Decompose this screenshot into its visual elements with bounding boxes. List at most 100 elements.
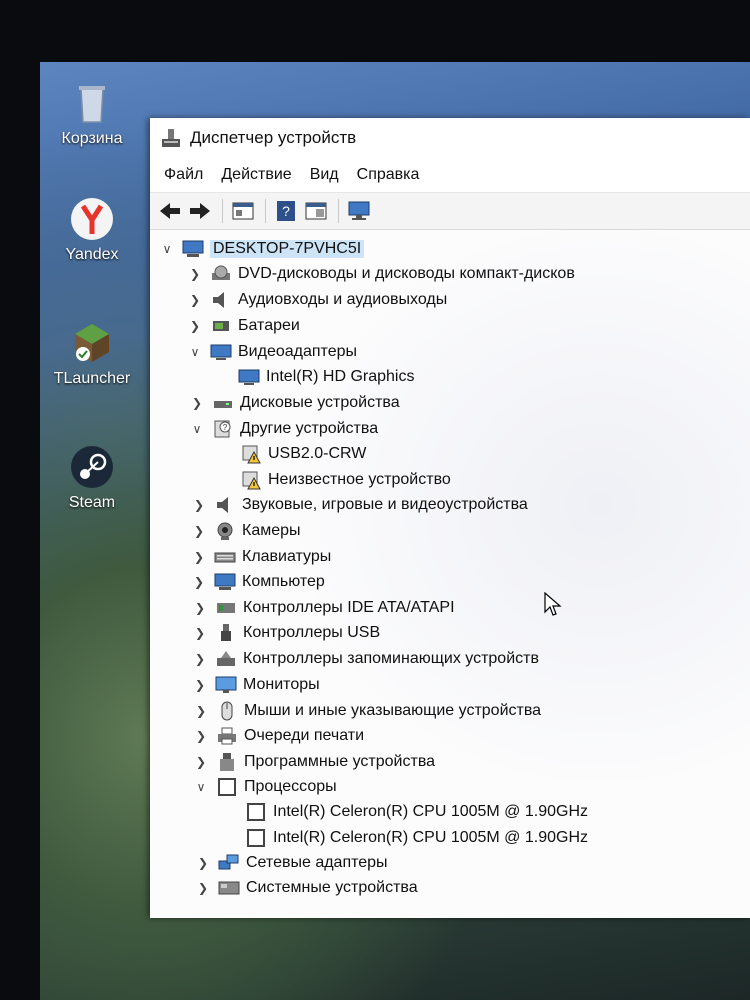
back-button[interactable] bbox=[156, 197, 184, 225]
unknown-device-icon: ? bbox=[214, 420, 231, 438]
chevron-right-icon[interactable]: ❯ bbox=[193, 621, 207, 645]
properties-button[interactable] bbox=[229, 197, 257, 225]
tree-subitem-label: Intel(R) Celeron(R) CPU 1005M @ 1.90GHz bbox=[273, 803, 589, 820]
tree-item-storage-controllers[interactable]: ❯ Контроллеры запоминающих устройств bbox=[193, 647, 539, 671]
properties-icon bbox=[232, 202, 254, 220]
tree-item-software-devices[interactable]: ❯ Программные устройства bbox=[194, 750, 435, 774]
camera-icon bbox=[217, 522, 233, 540]
desktop-icon-steam[interactable]: Steam bbox=[42, 444, 142, 512]
chevron-right-icon[interactable]: ❯ bbox=[194, 750, 208, 774]
system-device-icon bbox=[218, 881, 240, 895]
mouse-icon bbox=[221, 701, 233, 721]
chevron-right-icon[interactable]: ❯ bbox=[188, 314, 202, 338]
tree-item-other-devices[interactable]: ∨ ? Другие устройства bbox=[190, 417, 378, 441]
chevron-right-icon[interactable]: ❯ bbox=[194, 699, 208, 723]
chevron-right-icon[interactable]: ❯ bbox=[192, 545, 206, 569]
desktop-icon-tlauncher[interactable]: TLauncher bbox=[42, 320, 142, 388]
chevron-right-icon[interactable]: ❯ bbox=[196, 876, 210, 900]
tree-subitem-usb-crw[interactable]: USB2.0-CRW bbox=[240, 442, 366, 466]
tree-item-audio-io[interactable]: ❯ Аудиовходы и аудиовыходы bbox=[188, 288, 447, 312]
tree-item-network-adapters[interactable]: ❯ Сетевые адаптеры bbox=[196, 851, 388, 875]
chevron-right-icon[interactable]: ❯ bbox=[190, 391, 204, 415]
toolbar-separator bbox=[338, 199, 339, 223]
desktop-icon-label: Yandex bbox=[65, 246, 119, 263]
help-button[interactable]: ? bbox=[272, 197, 300, 225]
chevron-right-icon[interactable]: ❯ bbox=[192, 570, 206, 594]
chevron-right-icon[interactable]: ❯ bbox=[193, 673, 207, 697]
network-icon bbox=[218, 854, 239, 870]
battery-icon bbox=[213, 321, 229, 331]
tree-item-label: Системные устройства bbox=[246, 879, 418, 896]
chevron-right-icon[interactable]: ❯ bbox=[192, 493, 206, 517]
tree-item-monitors[interactable]: ❯ Мониторы bbox=[193, 673, 320, 697]
tree-item-mice[interactable]: ❯ Мыши и иные указывающие устройства bbox=[194, 699, 541, 723]
tree-subitem-unknown-device[interactable]: Неизвестное устройство bbox=[240, 468, 451, 492]
tree-item-batteries[interactable]: ❯ Батареи bbox=[188, 314, 300, 338]
tree-item-keyboards[interactable]: ❯ Клавиатуры bbox=[192, 545, 331, 569]
tree-item-processors[interactable]: ∨ Процессоры bbox=[194, 775, 337, 799]
warning-device-icon bbox=[242, 471, 261, 490]
toolbar-separator bbox=[265, 199, 266, 223]
tree-subitem-cpu-1[interactable]: Intel(R) Celeron(R) CPU 1005M @ 1.90GHz bbox=[245, 800, 588, 824]
title-bar[interactable]: Диспетчер устройств bbox=[150, 118, 750, 158]
tree-subitem-intel-hd[interactable]: Intel(R) HD Graphics bbox=[238, 365, 414, 389]
tree-item-label: DVD-дисководы и дисководы компакт-дисков bbox=[238, 265, 575, 282]
tree-item-label: Другие устройства bbox=[240, 420, 379, 437]
chevron-down-icon[interactable]: ∨ bbox=[160, 237, 174, 261]
chevron-right-icon[interactable]: ❯ bbox=[194, 724, 208, 748]
tree-root[interactable]: ∨ DESKTOP-7PVHC5I bbox=[160, 237, 365, 261]
chevron-right-icon[interactable]: ❯ bbox=[196, 851, 210, 875]
chevron-right-icon[interactable]: ❯ bbox=[188, 262, 202, 286]
tree-item-disk-drives[interactable]: ❯ Дисковые устройства bbox=[190, 391, 400, 415]
tree-subitem-label: Intel(R) Celeron(R) CPU 1005M @ 1.90GHz bbox=[273, 829, 589, 846]
tree-item-label: Сетевые адаптеры bbox=[246, 854, 388, 871]
tree-item-label: Программные устройства bbox=[244, 753, 436, 770]
tree-item-label: Мониторы bbox=[243, 676, 320, 693]
tree-item-label: Клавиатуры bbox=[242, 548, 332, 565]
forward-button[interactable] bbox=[186, 197, 214, 225]
help-icon: ? bbox=[277, 201, 295, 221]
yandex-browser-icon bbox=[69, 196, 115, 242]
chevron-down-icon[interactable]: ∨ bbox=[188, 340, 202, 364]
desktop-icon-recycle-bin[interactable]: Корзина bbox=[42, 80, 142, 148]
tree-item-dvd[interactable]: ❯ DVD-дисководы и дисководы компакт-диск… bbox=[188, 262, 575, 286]
menu-file[interactable]: Файл bbox=[164, 166, 203, 184]
svg-text:?: ? bbox=[282, 203, 290, 219]
chevron-right-icon[interactable]: ❯ bbox=[193, 596, 207, 620]
chevron-right-icon[interactable]: ❯ bbox=[193, 647, 207, 671]
view-button[interactable] bbox=[302, 197, 330, 225]
warning-device-icon bbox=[242, 445, 261, 464]
speaker-icon bbox=[213, 292, 224, 308]
tree-item-computer[interactable]: ❯ Компьютер bbox=[192, 570, 325, 594]
desktop-icon-label: Корзина bbox=[61, 130, 123, 147]
tree-item-label: Аудиовходы и аудиовыходы bbox=[238, 291, 448, 308]
tree-item-label: Звуковые, игровые и видеоустройства bbox=[242, 496, 528, 513]
tree-item-ide-controllers[interactable]: ❯ Контроллеры IDE ATA/ATAPI bbox=[193, 596, 455, 620]
tree-item-video-adapters[interactable]: ∨ Видеоадаптеры bbox=[188, 340, 357, 364]
tree-item-sound[interactable]: ❯ Звуковые, игровые и видеоустройства bbox=[192, 493, 528, 517]
chevron-right-icon[interactable]: ❯ bbox=[192, 519, 206, 543]
scan-hardware-button[interactable] bbox=[345, 197, 373, 225]
tree-item-label: Компьютер bbox=[242, 573, 325, 590]
chevron-right-icon[interactable]: ❯ bbox=[188, 288, 202, 312]
menu-help[interactable]: Справка bbox=[357, 166, 420, 184]
tree-root-label: DESKTOP-7PVHC5I bbox=[210, 240, 365, 258]
tree-item-system-devices[interactable]: ❯ Системные устройства bbox=[196, 876, 418, 900]
tree-item-usb-controllers[interactable]: ❯ Контроллеры USB bbox=[193, 621, 380, 645]
tree-item-label: Батареи bbox=[238, 317, 300, 334]
computer-icon bbox=[182, 240, 204, 257]
toolbar-separator bbox=[222, 199, 223, 223]
view-icon bbox=[305, 202, 327, 220]
chevron-down-icon[interactable]: ∨ bbox=[194, 775, 208, 799]
processor-icon bbox=[247, 829, 265, 847]
forward-icon bbox=[190, 203, 210, 219]
menu-action[interactable]: Действие bbox=[221, 166, 291, 184]
tree-item-print-queues[interactable]: ❯ Очереди печати bbox=[194, 724, 364, 748]
menu-view[interactable]: Вид bbox=[310, 166, 339, 184]
tree-item-cameras[interactable]: ❯ Камеры bbox=[192, 519, 301, 543]
desktop-icon-yandex[interactable]: Yandex bbox=[42, 196, 142, 264]
chevron-down-icon[interactable]: ∨ bbox=[190, 417, 204, 441]
tree-item-label: Дисковые устройства bbox=[240, 394, 400, 411]
tlauncher-icon bbox=[69, 320, 115, 366]
tree-subitem-cpu-2[interactable]: Intel(R) Celeron(R) CPU 1005M @ 1.90GHz bbox=[245, 826, 588, 850]
